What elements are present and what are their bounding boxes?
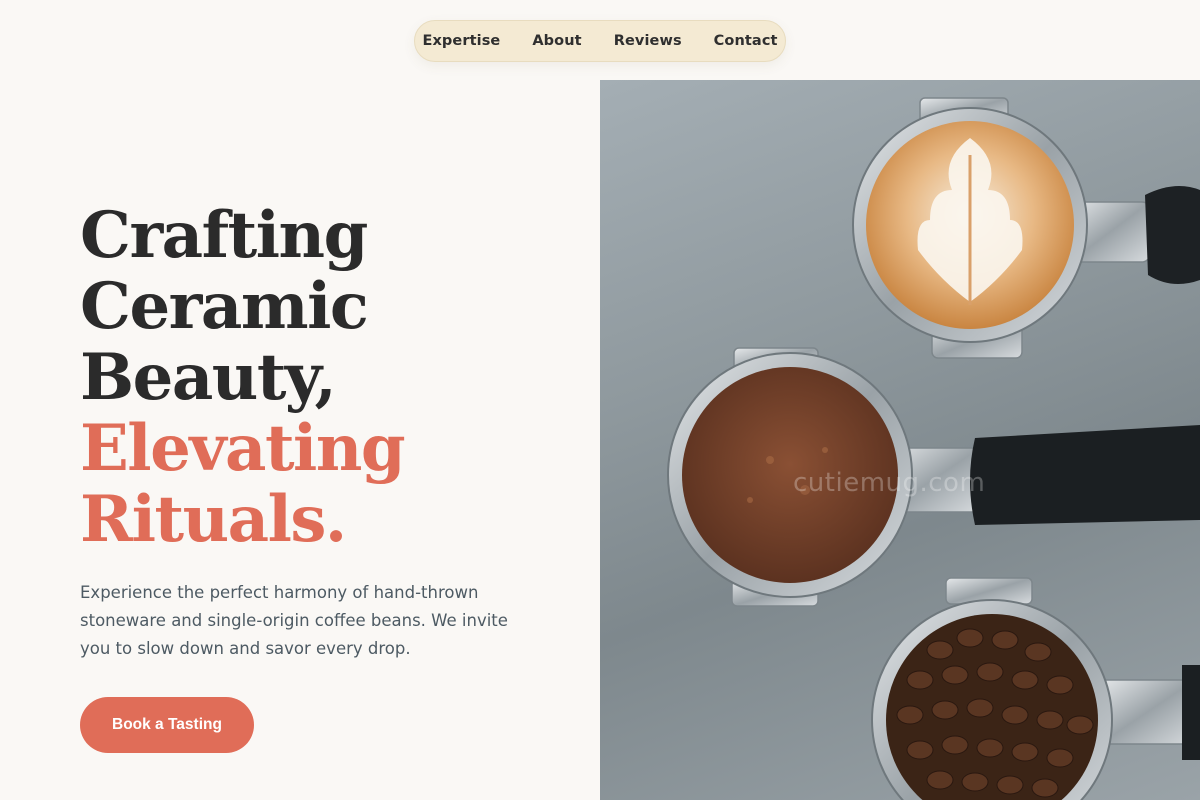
- hero-content: Crafting Ceramic Beauty, Elevating Ritua…: [80, 200, 560, 753]
- hero-headline: Crafting Ceramic Beauty, Elevating Ritua…: [80, 200, 560, 555]
- photo-watermark: cutiemug.com: [793, 468, 986, 498]
- book-tasting-button[interactable]: Book a Tasting: [80, 697, 254, 753]
- portafilters-illustration: [667, 97, 1200, 800]
- headline-accent-line-1: Elevating: [80, 411, 406, 486]
- nav-link-reviews[interactable]: Reviews: [598, 33, 698, 49]
- headline-line-3: Beauty,: [80, 340, 337, 415]
- nav-link-about[interactable]: About: [516, 33, 597, 49]
- hero-description: Experience the perfect harmony of hand-t…: [80, 583, 508, 658]
- beans-portafilter: [871, 577, 1200, 800]
- headline-line-2: Ceramic: [80, 269, 369, 344]
- nav-link-contact[interactable]: Contact: [698, 33, 794, 49]
- hero-photo: cutiemug.com: [600, 80, 1200, 800]
- top-nav: Expertise About Reviews Contact: [414, 20, 786, 62]
- headline-line-1: Crafting: [80, 198, 368, 273]
- headline-accent-line-2: Rituals.: [80, 482, 347, 557]
- nav-link-expertise[interactable]: Expertise: [406, 33, 516, 49]
- latte-portafilter: [852, 97, 1200, 359]
